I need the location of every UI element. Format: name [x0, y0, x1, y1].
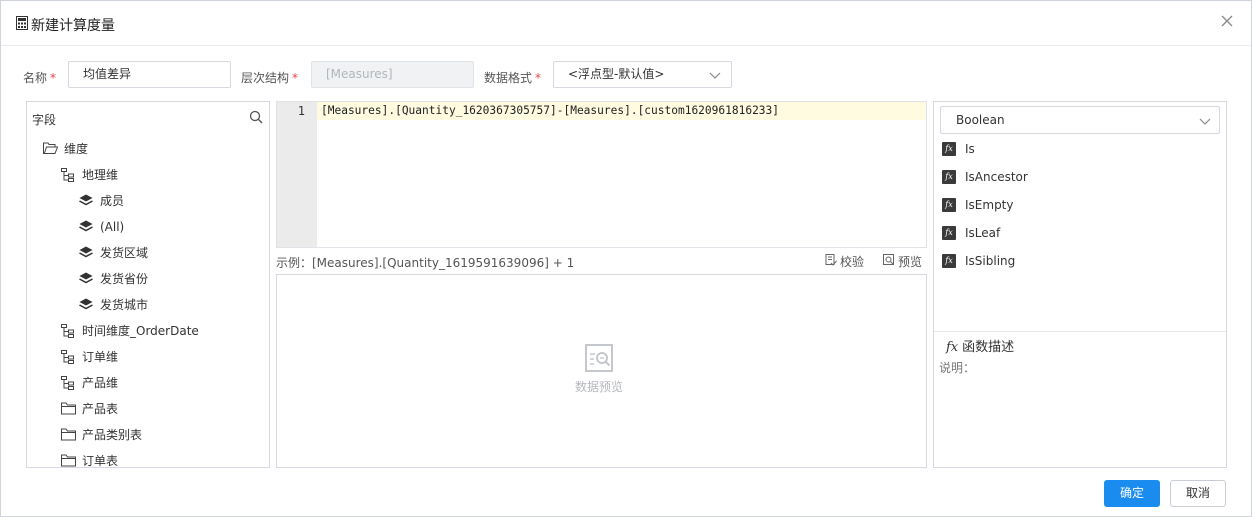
dialog-titlebar: 新建计算度量 [1, 1, 1251, 46]
function-category-select[interactable]: Boolean [940, 106, 1220, 134]
formula-editor[interactable]: 1 [Measures].[Quantity_1620367305757]-[M… [276, 101, 927, 248]
hierarchy-input: [Measures] [311, 61, 474, 88]
data-preview-panel: 数据预览 [276, 274, 927, 468]
format-label: 数据格式 * [484, 71, 542, 85]
data-preview-placeholder: 数据预览 [575, 380, 624, 394]
hierarchy-icon [61, 376, 74, 390]
line-number: 1 [297, 104, 305, 118]
chevron-down-icon [709, 72, 721, 79]
folder-icon [61, 402, 76, 415]
format-select-value: <浮点型-默认值> [568, 67, 665, 81]
folder-open-icon [43, 142, 58, 154]
validate-icon [825, 254, 837, 266]
fx-icon: fx [946, 340, 959, 355]
hierarchy-icon [61, 168, 74, 182]
format-select[interactable]: <浮点型-默认值> [553, 61, 732, 88]
editor-gutter: 1 [277, 102, 317, 247]
hierarchy-label: 层次结构 * [241, 71, 299, 85]
confirm-button[interactable]: 确定 [1104, 480, 1160, 507]
layers-icon [79, 220, 93, 232]
function-panel: Boolean fx Is fx IsAncestor fx IsEmpty f… [933, 101, 1227, 468]
hierarchy-icon [61, 324, 74, 338]
dialog-title: 新建计算度量 [31, 18, 115, 34]
fx-icon: fx [942, 142, 956, 156]
layers-icon [79, 194, 93, 206]
chevron-down-icon [1199, 118, 1211, 125]
fx-icon: fx [942, 226, 956, 240]
layers-icon [79, 272, 93, 284]
calculator-icon [16, 16, 28, 30]
formula-text[interactable]: [Measures].[Quantity_1620367305757]-[Mea… [321, 104, 779, 117]
active-line[interactable]: [Measures].[Quantity_1620367305757]-[Mea… [317, 102, 926, 120]
close-icon[interactable] [1219, 13, 1235, 29]
hierarchy-icon [61, 350, 74, 364]
data-preview-icon [585, 344, 613, 372]
function-description-title: fx 函数描述 [946, 340, 1015, 355]
function-description-body: 说明： [939, 361, 976, 375]
field-panel-title: 字段 [32, 113, 57, 127]
layers-icon [79, 246, 93, 258]
function-category-value: Boolean [956, 113, 1005, 127]
name-label: 名称 * [23, 71, 57, 85]
name-input[interactable]: 均值差异 [68, 61, 231, 88]
calc-measure-dialog: 新建计算度量 名称 * 均值差异 层次结构 * [Measures] 数据格式 * <… [0, 0, 1252, 517]
fx-icon: fx [942, 170, 956, 184]
function-divider [934, 331, 1226, 332]
field-tree-panel: 字段 维度 地理维 成员 (All) 发货区域 发货省份 发货城市 时间维度_O… [26, 101, 270, 468]
folder-icon [61, 428, 76, 441]
search-icon[interactable] [249, 110, 263, 124]
layers-icon [79, 298, 93, 310]
fx-icon: fx [942, 198, 956, 212]
fx-icon: fx [942, 254, 956, 268]
preview-icon [883, 254, 894, 265]
formula-example: 示例：[Measures].[Quantity_1619591639096] +… [276, 256, 575, 270]
folder-icon [61, 454, 76, 467]
cancel-button[interactable]: 取消 [1170, 480, 1226, 507]
